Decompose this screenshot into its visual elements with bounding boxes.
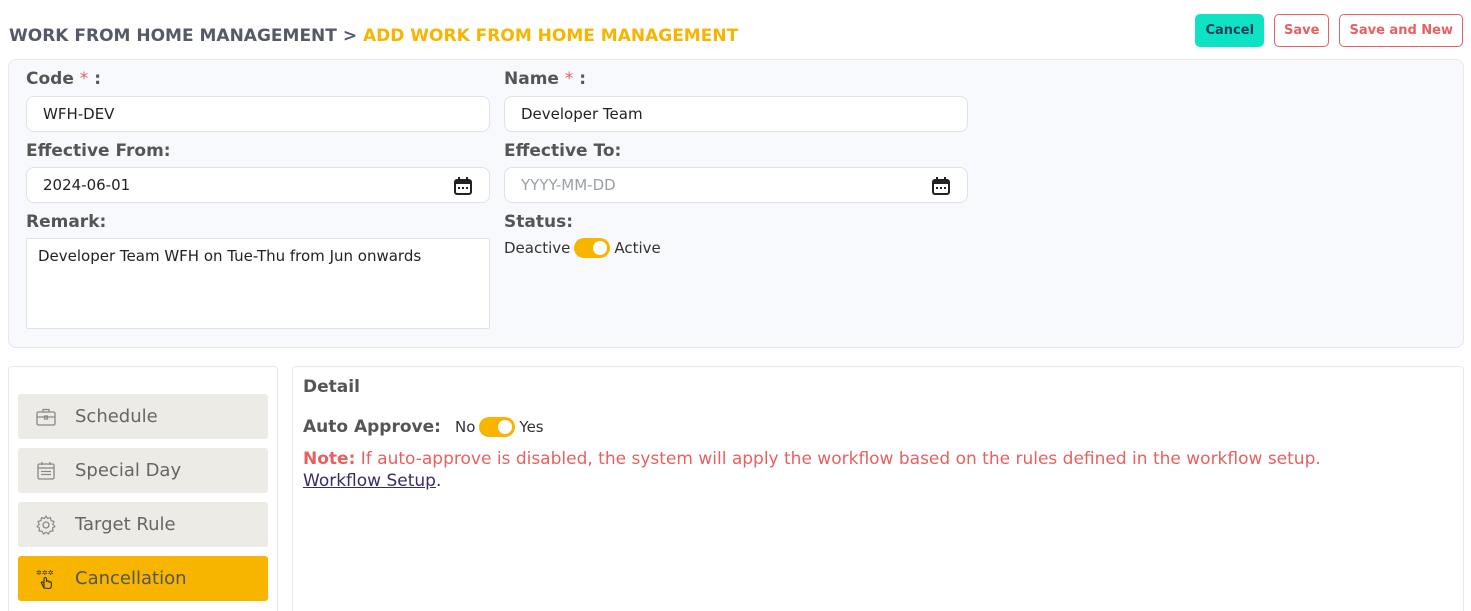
briefcase-icon: [36, 408, 56, 426]
auto-approve-toggle[interactable]: [479, 417, 516, 437]
toggle-knob: [593, 241, 608, 255]
name-input[interactable]: Developer Team: [504, 96, 968, 132]
sidebar-item-special-day[interactable]: Special Day: [18, 448, 268, 493]
link-suffix: .: [435, 471, 442, 491]
calendar-icon[interactable]: [453, 176, 473, 196]
calendar-icon[interactable]: [931, 176, 951, 196]
name-label: Name * :: [504, 69, 586, 89]
sidebar-item-label: Target Rule: [75, 514, 176, 535]
status-label: Status:: [504, 212, 573, 232]
detail-panel: Detail Auto Approve: No Yes Note: If aut…: [292, 366, 1464, 611]
gear-icon: [36, 514, 56, 535]
status-on-label: Active: [614, 239, 661, 257]
svg-text:✲✲✲: ✲✲✲: [36, 569, 54, 577]
name-label-colon: :: [579, 69, 587, 89]
sidebar-item-label: Special Day: [75, 460, 182, 481]
effective-to-label: Effective To:: [504, 141, 622, 161]
sidebar-item-cancellation[interactable]: ✲✲✲ Cancellation: [18, 556, 268, 601]
effective-from-label: Effective From:: [26, 141, 171, 161]
breadcrumb-parent[interactable]: WORK FROM HOME MANAGEMENT: [9, 26, 337, 46]
required-marker: *: [564, 69, 574, 89]
workflow-setup-link[interactable]: Workflow Setup: [303, 471, 436, 491]
auto-approve-note: Note: If auto-approve is disabled, the s…: [303, 448, 1453, 492]
sidebar-item-label: Cancellation: [75, 568, 187, 589]
code-input[interactable]: WFH-DEV: [26, 96, 490, 132]
effective-from-input[interactable]: 2024-06-01: [26, 167, 490, 203]
required-marker: *: [79, 69, 89, 89]
note-text: If auto-approve is disabled, the system …: [360, 449, 1321, 469]
action-bar: Cancel Save Save and New: [1195, 14, 1463, 47]
breadcrumb: WORK FROM HOME MANAGEMENT > ADD WORK FRO…: [9, 26, 738, 46]
breadcrumb-current: ADD WORK FROM HOME MANAGEMENT: [362, 26, 739, 46]
calendar-list-icon: [37, 461, 55, 480]
auto-approve-on-label: Yes: [519, 418, 544, 436]
sidebar-item-schedule[interactable]: Schedule: [18, 394, 268, 439]
detail-title: Detail: [303, 377, 360, 397]
auto-approve-off-label: No: [455, 418, 476, 436]
form-card: Code * : WFH-DEV Name * : Developer Team…: [8, 59, 1464, 348]
remark-textarea[interactable]: Developer Team WFH on Tue-Thu from Jun o…: [26, 238, 490, 329]
code-input-value: WFH-DEV: [43, 105, 115, 123]
status-toggle-row: Deactive Active: [504, 238, 661, 258]
auto-approve-toggle-row: No Yes: [455, 417, 544, 437]
breadcrumb-separator: >: [342, 26, 358, 46]
code-label-colon: :: [94, 69, 102, 89]
effective-to-placeholder: YYYY-MM-DD: [521, 176, 616, 194]
save-button[interactable]: Save: [1274, 14, 1330, 47]
name-label-text: Name: [504, 69, 559, 89]
effective-from-value: 2024-06-01: [43, 176, 131, 194]
save-and-new-button[interactable]: Save and New: [1339, 14, 1463, 47]
remark-label: Remark:: [26, 212, 107, 232]
status-toggle[interactable]: [574, 238, 611, 258]
cancel-button[interactable]: Cancel: [1195, 14, 1265, 47]
code-label: Code * :: [26, 69, 101, 89]
section-sidebar: Schedule Special Day Target Rule ✲✲✲ Can…: [8, 366, 278, 611]
effective-to-input[interactable]: YYYY-MM-DD: [504, 167, 968, 203]
toggle-knob: [498, 420, 513, 434]
auto-approve-label: Auto Approve:: [303, 417, 441, 437]
note-prefix: Note:: [303, 449, 356, 469]
code-label-text: Code: [26, 69, 74, 89]
status-off-label: Deactive: [504, 239, 571, 257]
sidebar-item-label: Schedule: [75, 406, 158, 427]
name-input-value: Developer Team: [521, 105, 643, 123]
sidebar-item-target-rule[interactable]: Target Rule: [18, 502, 268, 547]
hand-stars-icon: ✲✲✲: [36, 569, 54, 589]
